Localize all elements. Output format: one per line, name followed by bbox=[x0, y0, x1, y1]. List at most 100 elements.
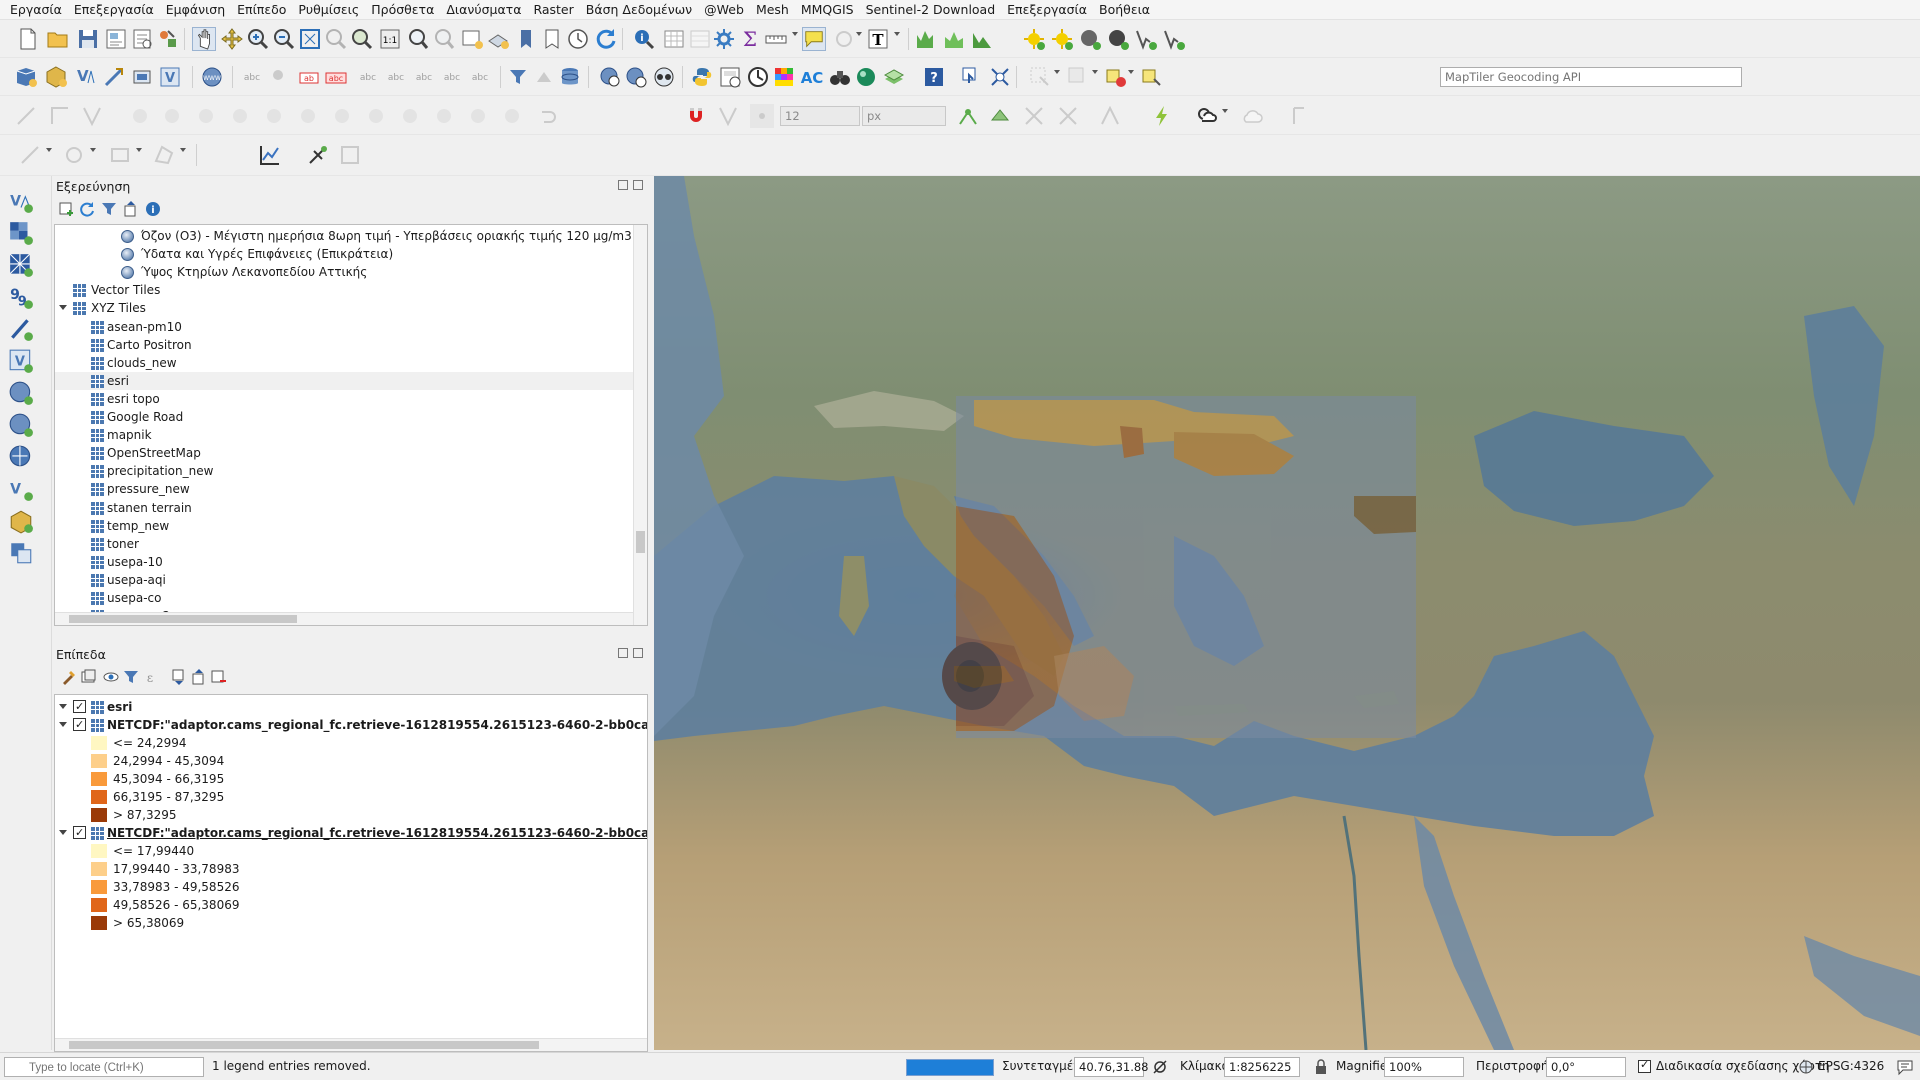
panel-float-button[interactable] bbox=[618, 648, 628, 658]
vector-analysis-icon[interactable] bbox=[1162, 27, 1186, 51]
grid-table-icon[interactable] bbox=[338, 143, 362, 167]
browser-item[interactable]: esri topo bbox=[55, 390, 633, 408]
binoculars-icon[interactable] bbox=[828, 65, 852, 89]
crs-button[interactable]: EPSG:4326 bbox=[1818, 1059, 1884, 1073]
snapping-unit-select[interactable]: px bbox=[862, 106, 946, 126]
attribute-table-selected-icon[interactable] bbox=[688, 27, 712, 51]
layer-visibility-checkbox[interactable] bbox=[73, 716, 86, 734]
grid-tool-icon[interactable] bbox=[1290, 104, 1314, 128]
layers-horizontal-scrollbar[interactable] bbox=[55, 1038, 647, 1051]
zoom-last-icon[interactable] bbox=[406, 27, 430, 51]
browser-item[interactable]: usepa-10 bbox=[55, 553, 633, 571]
db-manager-icon[interactable] bbox=[558, 65, 582, 89]
browser-item[interactable]: asean-pm10 bbox=[55, 318, 633, 336]
terrain-profile-icon[interactable] bbox=[970, 27, 994, 51]
zoom-out-icon[interactable] bbox=[272, 27, 296, 51]
manage-map-themes-icon[interactable] bbox=[102, 668, 120, 686]
panel-close-button[interactable] bbox=[633, 648, 643, 658]
avoid-overlap-icon[interactable] bbox=[988, 104, 1012, 128]
osm-downloader-icon[interactable] bbox=[652, 65, 676, 89]
deselect-all-icon[interactable] bbox=[1104, 65, 1128, 89]
add-feature-icon[interactable] bbox=[128, 104, 152, 128]
panel-close-button[interactable] bbox=[633, 180, 643, 190]
text-annotation-icon[interactable]: T bbox=[866, 27, 890, 51]
show-bookmarks-icon[interactable] bbox=[540, 27, 564, 51]
add-delimited-text-icon[interactable]: 99 bbox=[8, 284, 34, 310]
weather-icon[interactable] bbox=[1194, 104, 1218, 128]
processing-toolbox-icon[interactable] bbox=[712, 27, 736, 51]
refresh-icon[interactable] bbox=[594, 27, 618, 51]
georeferencer-icon[interactable] bbox=[960, 65, 984, 89]
add-mesh-layer-icon[interactable] bbox=[8, 252, 34, 278]
browser-item[interactable]: Carto Positron bbox=[55, 336, 633, 354]
add-wms-layer-icon[interactable]: WWW bbox=[200, 65, 224, 89]
add-vector-layer-icon[interactable]: V bbox=[8, 188, 34, 214]
coordinate-field[interactable]: 40.76,31.88 bbox=[1074, 1057, 1149, 1077]
snapping-type-icon[interactable] bbox=[750, 104, 774, 128]
browser-item[interactable]: OpenStreetMap bbox=[55, 444, 633, 462]
menu-item[interactable]: @Web bbox=[698, 0, 750, 20]
properties-info-icon[interactable]: i bbox=[144, 200, 162, 218]
add-wcs-icon[interactable] bbox=[8, 412, 34, 438]
data-source-manager-icon[interactable] bbox=[14, 65, 38, 89]
new-print-layout-icon[interactable] bbox=[104, 27, 128, 51]
cloud-icon[interactable] bbox=[1240, 104, 1264, 128]
delete-ring-icon[interactable] bbox=[194, 104, 218, 128]
menu-item[interactable]: Ρυθμίσεις bbox=[292, 0, 365, 20]
reverse-line-icon[interactable] bbox=[364, 104, 388, 128]
scale-select[interactable]: 1:8256225 bbox=[1224, 1057, 1300, 1077]
daylight-icon[interactable] bbox=[1050, 27, 1074, 51]
undo-icon[interactable] bbox=[534, 104, 558, 128]
change-label-icon[interactable]: abc bbox=[412, 65, 436, 89]
select-by-location-icon[interactable] bbox=[1140, 65, 1164, 89]
layer-styling-icon[interactable] bbox=[60, 668, 78, 686]
expand-arrow-icon[interactable] bbox=[59, 830, 67, 835]
temporal-controller-icon[interactable] bbox=[566, 27, 590, 51]
show-hide-labels-icon[interactable]: abc bbox=[440, 65, 464, 89]
new-virtual-layer-icon[interactable]: V bbox=[158, 65, 182, 89]
new-map-view-icon[interactable] bbox=[460, 27, 484, 51]
filter-legend-expression-icon[interactable]: ε bbox=[142, 668, 160, 686]
select-by-value-icon[interactable] bbox=[1066, 65, 1090, 89]
menu-item[interactable]: Διανύσματα bbox=[440, 0, 527, 20]
pin-labels-icon[interactable] bbox=[268, 65, 292, 89]
measure-line-icon[interactable] bbox=[764, 27, 788, 51]
simplify-icon[interactable] bbox=[432, 104, 456, 128]
intersection-snapping-icon[interactable] bbox=[1056, 104, 1080, 128]
browser-item[interactable]: stanen terrain bbox=[55, 499, 633, 517]
layer-row[interactable]: NETCDF:"adaptor.cams_regional_fc.retriev… bbox=[55, 824, 647, 842]
quickmapservices-icon[interactable] bbox=[882, 65, 906, 89]
menu-item[interactable]: Mesh bbox=[750, 0, 795, 20]
browser-item[interactable]: toner bbox=[55, 535, 633, 553]
refresh-icon[interactable] bbox=[78, 200, 96, 218]
browser-horizontal-scrollbar[interactable] bbox=[55, 612, 633, 625]
magnifier-spinbox[interactable]: 100% bbox=[1384, 1057, 1464, 1077]
merge-features-icon[interactable] bbox=[500, 104, 524, 128]
expand-arrow-icon[interactable] bbox=[59, 305, 67, 311]
add-wms-icon[interactable] bbox=[8, 380, 34, 406]
zoom-full-icon[interactable] bbox=[298, 27, 322, 51]
vector-filter-icon[interactable] bbox=[1134, 27, 1158, 51]
fill-ring-icon[interactable] bbox=[262, 104, 286, 128]
metasearch-icon[interactable] bbox=[598, 65, 622, 89]
toggle-editing-icon[interactable] bbox=[48, 104, 72, 128]
data-plotly-icon[interactable] bbox=[258, 143, 282, 167]
menu-item[interactable]: Επεξεργασία bbox=[68, 0, 160, 20]
collapse-all-layers-icon[interactable] bbox=[190, 668, 208, 686]
snapping-magnet-icon[interactable] bbox=[684, 104, 708, 128]
rotate-label-icon[interactable]: abc bbox=[384, 65, 408, 89]
collapse-all-icon[interactable] bbox=[122, 200, 140, 218]
add-spatialite-layer-icon[interactable] bbox=[8, 316, 34, 342]
browser-item[interactable]: usepa-co bbox=[55, 589, 633, 607]
browser-item[interactable]: usepa-aqi bbox=[55, 571, 633, 589]
browser-item[interactable]: Όζον (O3) - Μέγιστη ημερήσια 8ωρη τιμή -… bbox=[55, 227, 633, 245]
remove-layer-icon[interactable] bbox=[210, 668, 228, 686]
expand-all-icon[interactable] bbox=[170, 668, 188, 686]
snapping-mode-icon[interactable] bbox=[716, 104, 740, 128]
shadow-icon[interactable] bbox=[1106, 27, 1130, 51]
identify-features-icon[interactable]: i bbox=[632, 27, 656, 51]
tracing-icon[interactable] bbox=[1098, 104, 1122, 128]
browser-item[interactable]: XYZ Tiles bbox=[55, 299, 633, 317]
browser-item[interactable]: pressure_new bbox=[55, 480, 633, 498]
browser-item[interactable]: esri bbox=[55, 371, 633, 390]
